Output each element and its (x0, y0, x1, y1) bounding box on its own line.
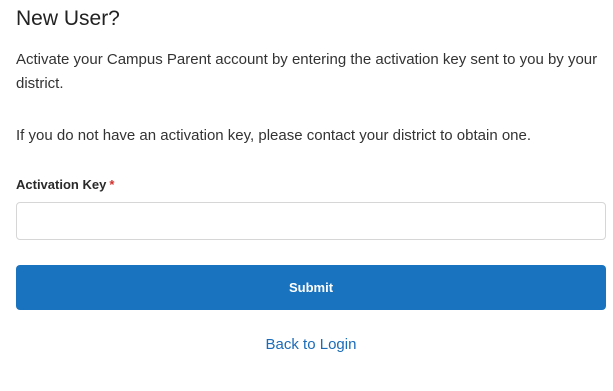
activation-key-label: Activation Key * (16, 177, 606, 193)
activation-key-label-text: Activation Key (16, 177, 107, 192)
activation-key-input[interactable] (16, 202, 606, 240)
page-title: New User? (16, 7, 120, 30)
activation-panel: New User? Activate your Campus Parent ac… (16, 0, 606, 354)
required-marker: * (109, 177, 115, 192)
no-key-instructions: If you do not have an activation key, pl… (16, 127, 532, 144)
submit-button[interactable]: Submit (16, 265, 606, 310)
activation-instructions: Activate your Campus Parent account by e… (16, 51, 598, 92)
back-to-login-link[interactable]: Back to Login (16, 336, 606, 354)
